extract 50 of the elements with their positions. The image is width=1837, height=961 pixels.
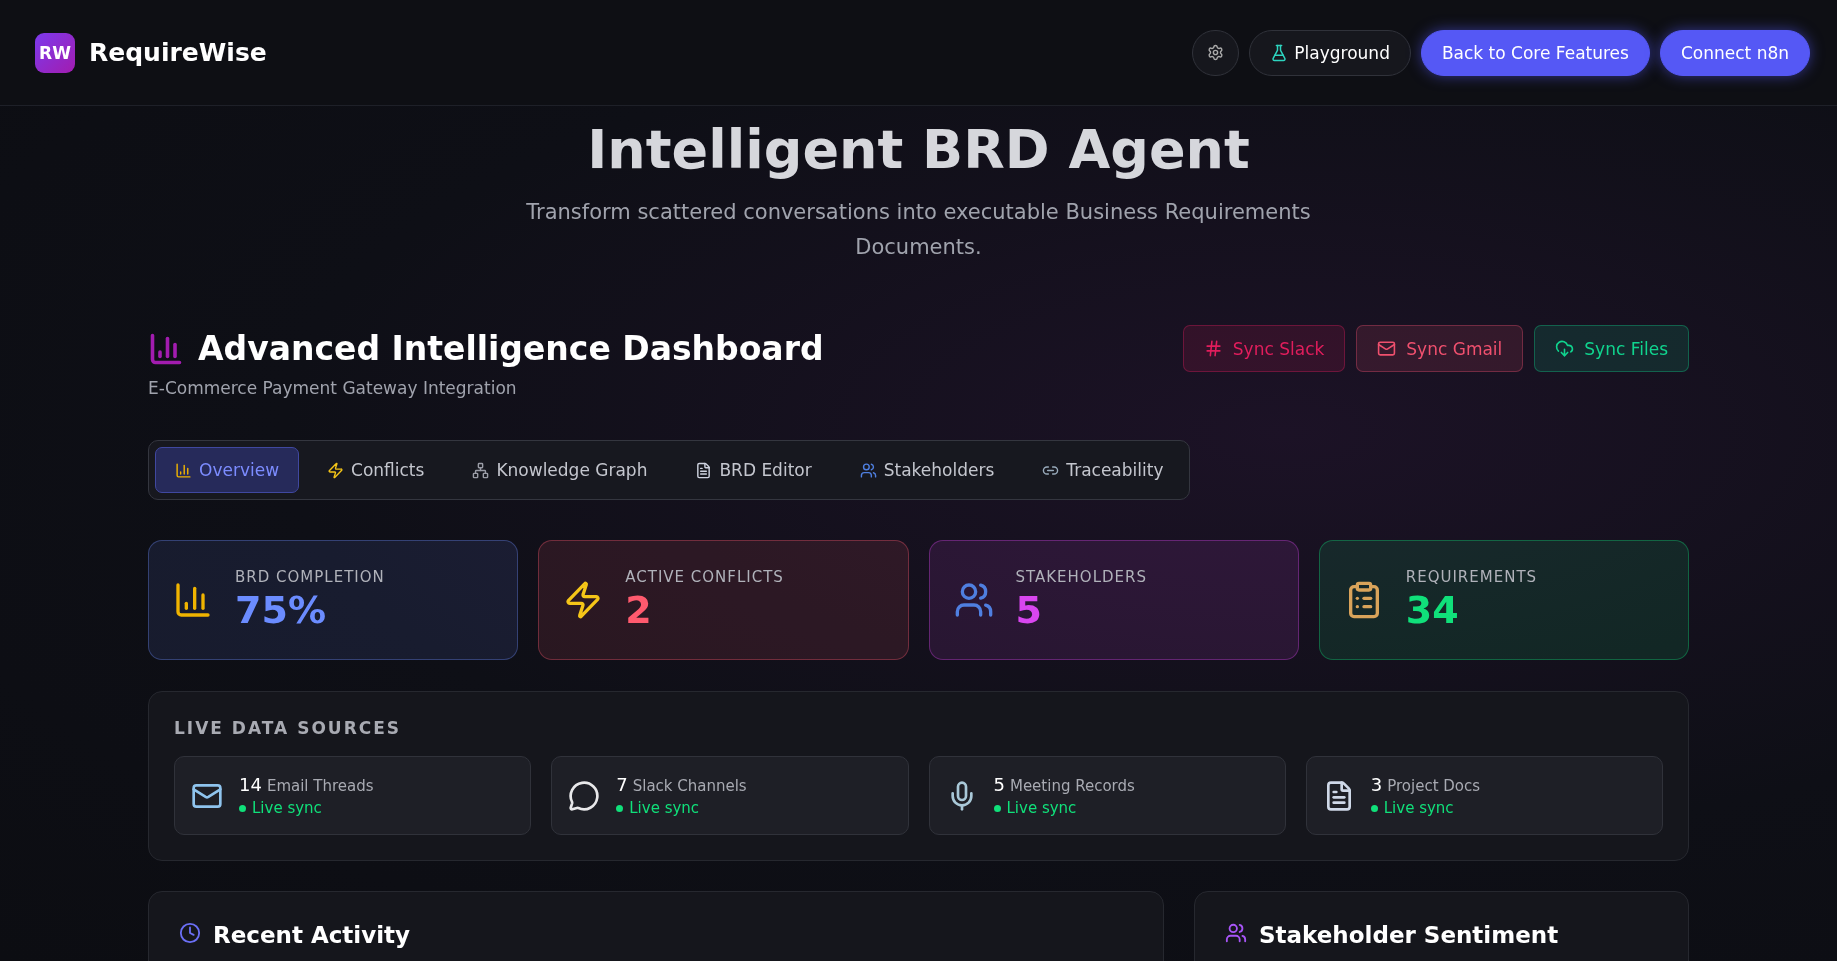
stat-value: 75% (235, 588, 327, 632)
hero-subtitle: Transform scattered conversations into executable Business Requirements Documents. (525, 199, 1312, 261)
stat-value: 5 (1015, 588, 1043, 632)
flask-icon (1270, 43, 1289, 62)
clock-icon (179, 922, 201, 944)
sync-button[interactable]: Sync Slack (1182, 325, 1346, 372)
people-icon (953, 580, 994, 620)
people-icon (859, 461, 877, 479)
gear-icon (1207, 44, 1225, 61)
tab[interactable]: Knowledge Graph (452, 447, 668, 493)
sync-status: Live sync (239, 799, 374, 817)
panel-title: Recent Activity (213, 922, 411, 948)
tab[interactable]: BRD Editor (675, 447, 832, 493)
mail-icon (1377, 339, 1397, 358)
section-title: LIVE DATA SOURCES (174, 718, 403, 738)
lightning-icon (327, 461, 345, 479)
cloud-download-icon (1555, 339, 1575, 358)
sync-status: Live sync (616, 799, 747, 817)
nav-button[interactable]: Connect n8n (1659, 29, 1810, 76)
source-label: 5 Meeting Records (993, 774, 1135, 795)
network-icon (472, 461, 490, 479)
tab[interactable]: Overview (155, 447, 300, 493)
brand-name: RequireWise (89, 38, 268, 67)
source-label: 14 Email Threads (239, 774, 374, 795)
source-label: 7 Slack Channels (616, 774, 747, 795)
dashboard-title: Advanced Intelligence Dashboard (198, 329, 824, 368)
sync-status: Live sync (1370, 799, 1481, 817)
people-icon (1225, 922, 1247, 944)
stat-value: 34 (1405, 588, 1460, 632)
chart-icon (175, 461, 192, 479)
stat-label: STAKEHOLDERS (1015, 568, 1147, 586)
playground-button[interactable]: Playground (1249, 29, 1411, 76)
tab[interactable]: Traceability (1022, 447, 1184, 493)
stat-label: BRD COMPLETION (235, 568, 385, 586)
stat-label: ACTIVE CONFLICTS (625, 568, 784, 586)
hero-title: Intelligent BRD Agent (587, 118, 1250, 181)
stat-label: REQUIREMENTS (1405, 568, 1538, 586)
sync-status: Live sync (993, 799, 1135, 817)
stat-value: 2 (625, 588, 653, 632)
project-name: E-Commerce Payment Gateway Integration (148, 378, 518, 398)
speech-bubble-icon (568, 779, 601, 812)
sync-button[interactable]: Sync Files (1534, 325, 1689, 372)
tab[interactable]: Stakeholders (839, 447, 1015, 493)
source-label: 3 Project Docs (1370, 774, 1481, 795)
nav-button[interactable]: Back to Core Features (1420, 29, 1650, 76)
tab[interactable]: Conflicts (307, 447, 445, 493)
panel-title: Stakeholder Sentiment (1259, 922, 1559, 948)
sync-button[interactable]: Sync Gmail (1356, 325, 1524, 372)
logo: RW (35, 32, 75, 73)
document-icon (695, 461, 713, 479)
